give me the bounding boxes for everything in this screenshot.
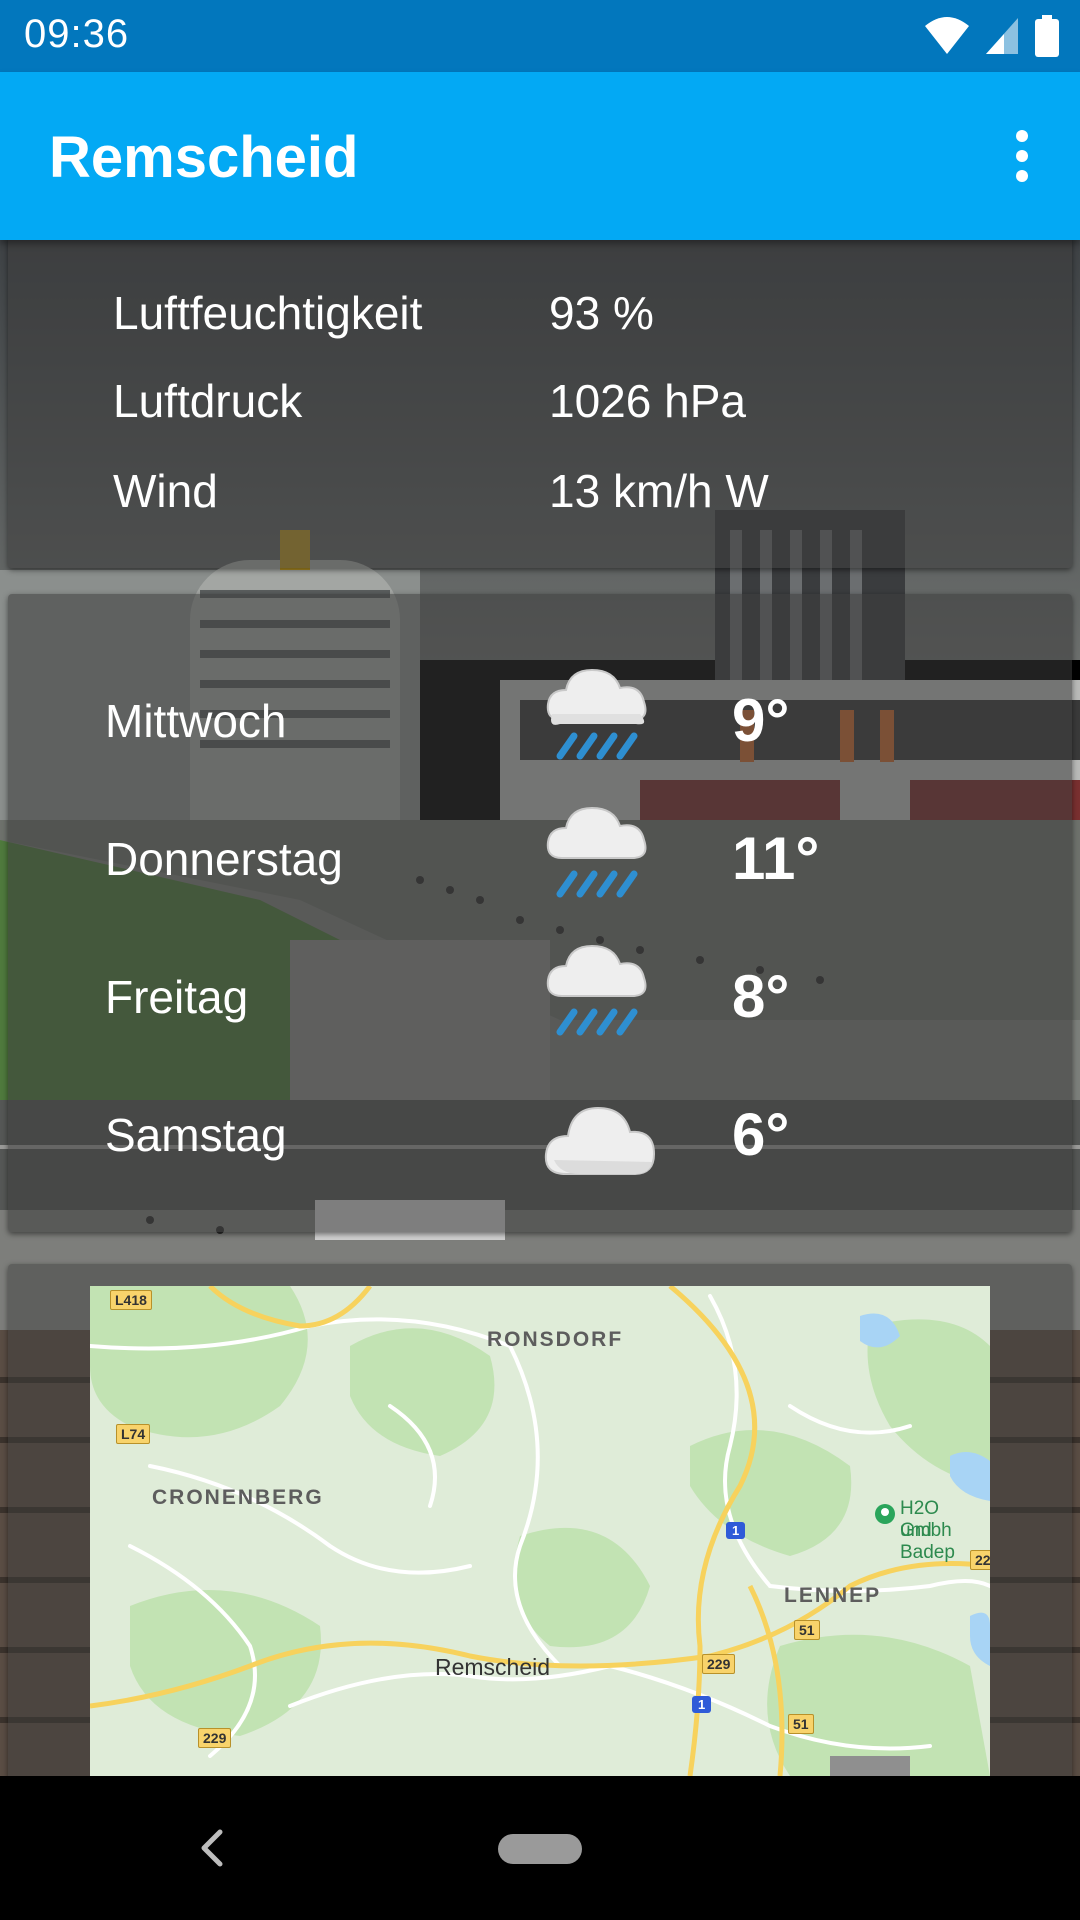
humidity-value: 93 % — [549, 287, 654, 339]
road-shield: L74 — [116, 1424, 151, 1444]
pressure-value: 1026 hPa — [549, 375, 746, 427]
city-title: Remscheid — [49, 125, 359, 190]
road-shield: 51 — [794, 1620, 820, 1640]
map-label-remscheid: Remscheid — [435, 1654, 551, 1680]
map-label-ronsdorf: RONSDORF — [487, 1328, 624, 1351]
app-bar: Remscheid — [0, 72, 1080, 240]
battery-icon — [1035, 15, 1059, 57]
road-shield: 1 — [692, 1696, 712, 1713]
road-shield: L418 — [110, 1290, 152, 1310]
humidity-label: Luftfeuchtigkeit — [113, 287, 423, 339]
status-time: 09:36 — [24, 12, 130, 56]
forecast-row: Freitag 8° — [8, 932, 1072, 1062]
road-shield: 51 — [788, 1714, 814, 1734]
rain-cloud-icon — [546, 944, 647, 1036]
wifi-icon — [925, 17, 969, 54]
forecast-row: Mittwoch 9° — [8, 656, 1072, 786]
weather-details-card: Luftfeuchtigkeit 93 % Luftdruck 1026 hPa… — [8, 236, 1072, 568]
rain-cloud-icon — [546, 806, 647, 898]
rain-cloud-icon — [546, 668, 647, 760]
wind-row: Wind 13 km/h W — [105, 464, 1005, 524]
overflow-menu-icon[interactable] — [994, 124, 1050, 188]
map-label-lennep: LENNEP — [784, 1584, 882, 1607]
forecast-day: Mittwoch — [105, 695, 287, 747]
forecast-temp: 11° — [732, 825, 820, 892]
wind-value: 13 km/h W — [549, 465, 769, 517]
city-map[interactable]: RONSDORF CRONENBERG LENNEP Remscheid H2O… — [90, 1286, 990, 1776]
forecast-row: Donnerstag 11° — [8, 794, 1072, 924]
wind-label: Wind — [113, 465, 218, 517]
road-shield: 1 — [726, 1522, 746, 1539]
forecast-temp: 9° — [732, 687, 790, 754]
road-shield: 229 — [198, 1728, 232, 1748]
forecast-day: Freitag — [105, 971, 249, 1023]
back-icon[interactable] — [190, 1818, 230, 1878]
road-shield: 229 — [702, 1654, 736, 1674]
pressure-row: Luftdruck 1026 hPa — [105, 374, 1005, 434]
forecast-temp: 6° — [732, 1101, 790, 1168]
road-shield: 22 — [970, 1550, 990, 1570]
forecast-temp: 8° — [732, 963, 790, 1030]
cell-signal-icon — [986, 18, 1018, 54]
map-label-cronenberg: CRONENBERG — [152, 1486, 324, 1509]
pressure-label: Luftdruck — [113, 375, 303, 427]
home-button[interactable] — [498, 1834, 582, 1864]
forecast-day: Samstag — [105, 1109, 287, 1161]
forecast-day: Donnerstag — [105, 833, 343, 885]
humidity-row: Luftfeuchtigkeit 93 % — [105, 286, 1005, 346]
forecast-row: Samstag 6° — [8, 1070, 1072, 1200]
cloud-icon — [544, 1106, 656, 1175]
navigation-bar — [0, 1776, 1080, 1920]
status-bar: 09:36 — [0, 0, 1080, 72]
forecast-card: Mittwoch 9° Donnerstag 11° Freitag 8° Sa… — [8, 594, 1072, 1232]
